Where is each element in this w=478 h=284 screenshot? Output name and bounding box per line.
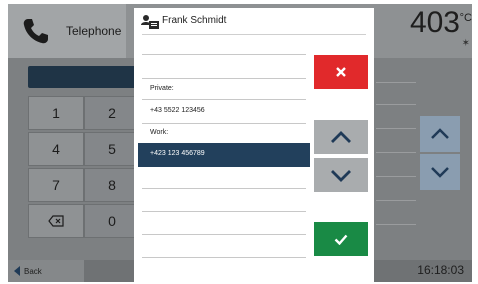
close-icon: [336, 67, 346, 77]
back-button[interactable]: Back: [8, 260, 84, 282]
field-divider: [142, 54, 306, 55]
chevron-down-icon: [331, 169, 351, 182]
backspace-key[interactable]: [28, 204, 84, 238]
work-number-row[interactable]: +423 123 456789: [138, 143, 310, 167]
temperature-unit: °C: [459, 12, 472, 24]
chevron-down-icon: [431, 167, 449, 178]
divider: [376, 152, 416, 153]
work-label: Work:: [150, 129, 169, 136]
cancel-button[interactable]: [314, 55, 368, 89]
chevron-up-icon: [431, 128, 449, 139]
confirm-button[interactable]: [314, 222, 368, 256]
header-divider: [142, 34, 366, 35]
divider: [376, 104, 416, 105]
key-8[interactable]: 8: [84, 168, 140, 202]
field-divider: [142, 78, 306, 79]
field-divider: [142, 99, 306, 100]
divider: [376, 82, 416, 83]
key-2[interactable]: 2: [84, 96, 140, 130]
key-4[interactable]: 4: [28, 132, 84, 166]
field-divider: [142, 188, 306, 189]
clock: 16:18:03: [417, 263, 464, 277]
field-divider: [142, 211, 306, 212]
field-divider: [142, 123, 306, 124]
divider: [376, 176, 416, 177]
scroll-down-button-behind[interactable]: [420, 154, 460, 190]
temperature-readout: 403: [409, 6, 460, 39]
key-5[interactable]: 5: [84, 132, 140, 166]
back-arrow-icon: [14, 266, 20, 276]
telephone-label: Telephone: [66, 24, 122, 38]
scroll-up-button[interactable]: [314, 120, 368, 154]
backspace-icon: [48, 215, 64, 227]
work-number: +423 123 456789: [150, 150, 205, 157]
dial-entry-field[interactable]: [28, 66, 140, 88]
divider: [376, 224, 416, 225]
phone-icon: [23, 19, 48, 44]
back-label: Back: [24, 266, 42, 276]
key-0[interactable]: 0: [84, 204, 140, 238]
contact-name: Frank Schmidt: [162, 15, 227, 26]
field-divider: [142, 257, 306, 258]
scroll-down-button[interactable]: [314, 158, 368, 192]
divider: [376, 128, 416, 129]
divider: [376, 200, 416, 201]
check-icon: [334, 234, 348, 245]
private-number[interactable]: +43 5522 123456: [150, 107, 205, 114]
private-label: Private:: [150, 85, 174, 92]
key-7[interactable]: 7: [28, 168, 84, 202]
chevron-up-icon: [331, 130, 351, 143]
key-1[interactable]: 1: [28, 96, 84, 130]
scroll-up-button-behind[interactable]: [420, 116, 460, 152]
telephone-button[interactable]: Telephone: [8, 4, 126, 58]
contact-card-icon: [141, 15, 159, 29]
field-divider: [142, 234, 306, 235]
bluetooth-icon: ✶: [461, 38, 470, 49]
contact-dialog: Frank Schmidt Private: +43 5522 123456 W…: [134, 8, 374, 284]
